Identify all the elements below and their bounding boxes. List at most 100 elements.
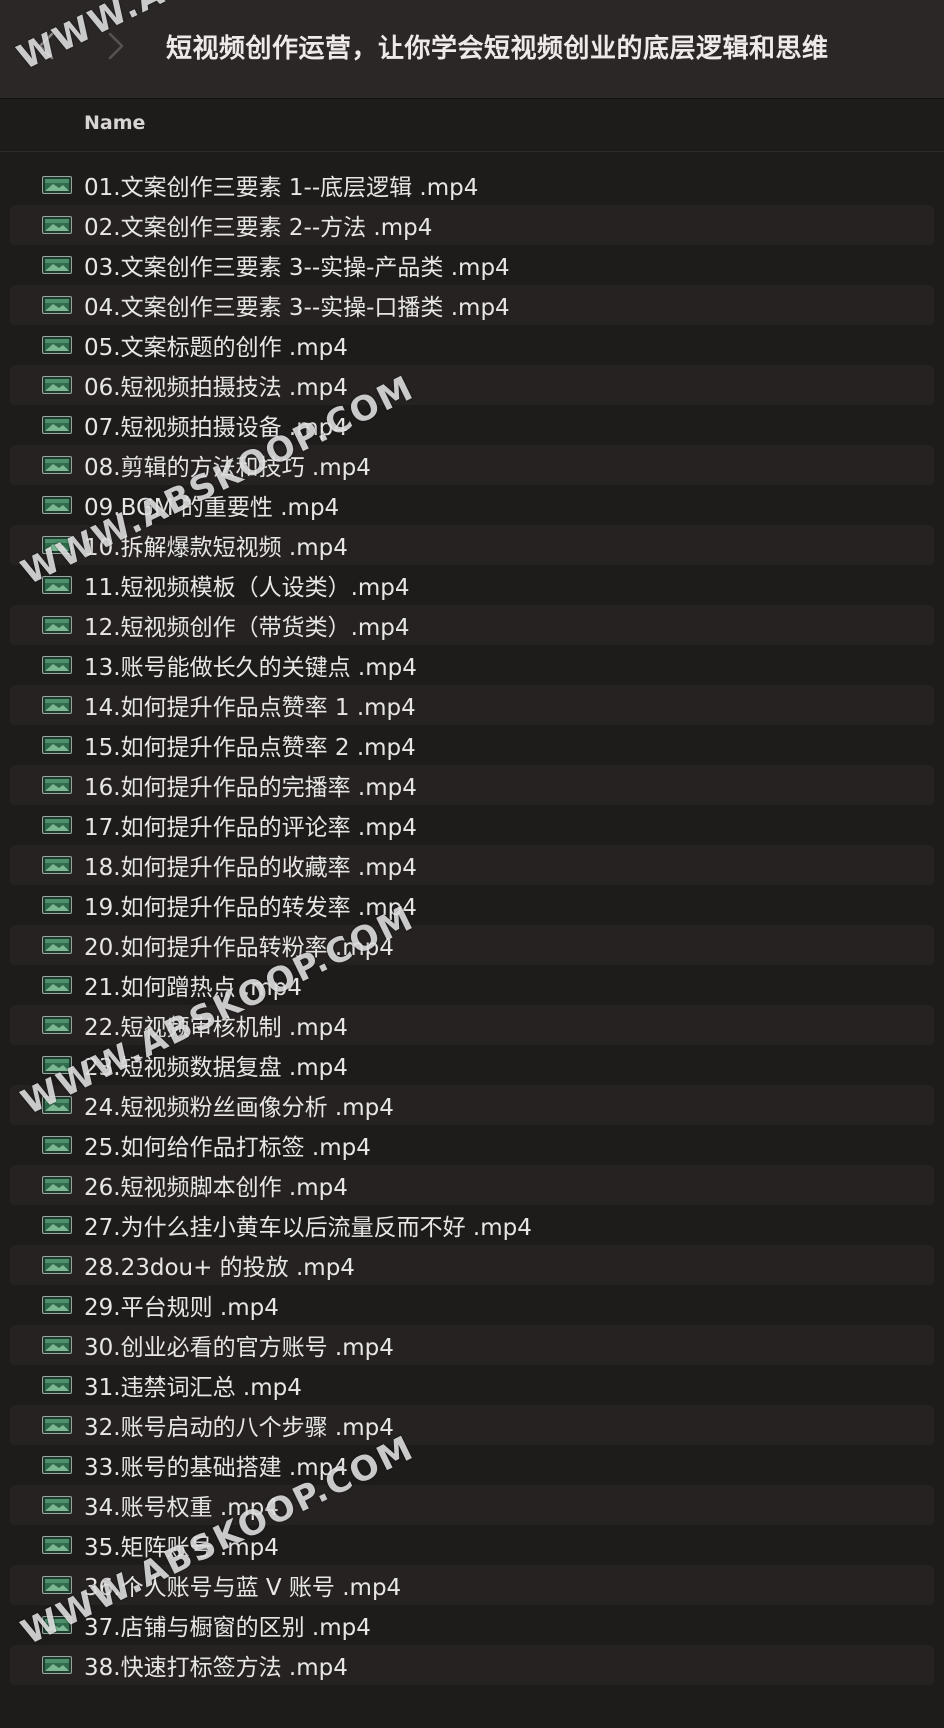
- back-button[interactable]: [26, 24, 66, 68]
- file-row[interactable]: 15.如何提升作品点赞率 2 .mp4: [10, 725, 934, 765]
- file-name: 29.平台规则 .mp4: [84, 1295, 279, 1321]
- video-file-icon: [42, 1296, 72, 1314]
- video-file-icon: [42, 896, 72, 914]
- file-row[interactable]: 32.账号启动的八个步骤 .mp4: [10, 1405, 934, 1445]
- file-row[interactable]: 38.快速打标签方法 .mp4: [10, 1645, 934, 1685]
- file-row[interactable]: 17.如何提升作品的评论率 .mp4: [10, 805, 934, 845]
- file-row[interactable]: 33.账号的基础搭建 .mp4: [10, 1445, 934, 1485]
- file-row[interactable]: 05.文案标题的创作 .mp4: [10, 325, 934, 365]
- video-file-icon: [42, 416, 72, 434]
- chevron-right-icon: [108, 32, 124, 60]
- file-row[interactable]: 29.平台规则 .mp4: [10, 1285, 934, 1325]
- file-row[interactable]: 21.如何蹭热点 .mp4: [10, 965, 934, 1005]
- file-row[interactable]: 04.文案创作三要素 3--实操-口播类 .mp4: [10, 285, 934, 325]
- file-row[interactable]: 30.创业必看的官方账号 .mp4: [10, 1325, 934, 1365]
- file-row[interactable]: 10.拆解爆款短视频 .mp4: [10, 525, 934, 565]
- file-name: 37.店铺与橱窗的区别 .mp4: [84, 1615, 371, 1641]
- file-name: 11.短视频模板（人设类）.mp4: [84, 575, 410, 601]
- file-name: 21.如何蹭热点 .mp4: [84, 975, 302, 1001]
- video-file-icon: [42, 856, 72, 874]
- file-name: 33.账号的基础搭建 .mp4: [84, 1455, 348, 1481]
- file-name: 06.短视频拍摄技法 .mp4: [84, 375, 348, 401]
- file-row[interactable]: 34.账号权重 .mp4: [10, 1485, 934, 1525]
- file-row[interactable]: 13.账号能做长久的关键点 .mp4: [10, 645, 934, 685]
- video-file-icon: [42, 576, 72, 594]
- file-name: 25.如何给作品打标签 .mp4: [84, 1135, 371, 1161]
- file-row[interactable]: 14.如何提升作品点赞率 1 .mp4: [10, 685, 934, 725]
- column-header-name[interactable]: Name: [84, 112, 145, 134]
- video-file-icon: [42, 1456, 72, 1474]
- video-file-icon: [42, 1336, 72, 1354]
- video-file-icon: [42, 1056, 72, 1074]
- file-row[interactable]: 16.如何提升作品的完播率 .mp4: [10, 765, 934, 805]
- forward-button[interactable]: [96, 24, 136, 68]
- video-file-icon: [42, 1136, 72, 1154]
- video-file-icon: [42, 296, 72, 314]
- column-header[interactable]: Name: [0, 99, 944, 152]
- file-row[interactable]: 07.短视频拍摄设备 .mp4: [10, 405, 934, 445]
- video-file-icon: [42, 496, 72, 514]
- file-name: 09.BGM 的重要性 .mp4: [84, 495, 340, 521]
- file-row[interactable]: 37.店铺与橱窗的区别 .mp4: [10, 1605, 934, 1645]
- video-file-icon: [42, 656, 72, 674]
- file-list: 01.文案创作三要素 1--底层逻辑 .mp4 02.文案创作三要素 2--方法 …: [10, 165, 934, 1685]
- file-row[interactable]: 02.文案创作三要素 2--方法 .mp4: [10, 205, 934, 245]
- file-name: 15.如何提升作品点赞率 2 .mp4: [84, 735, 416, 761]
- video-file-icon: [42, 456, 72, 474]
- file-name: 19.如何提升作品的转发率 .mp4: [84, 895, 417, 921]
- file-row[interactable]: 20.如何提升作品转粉率 .mp4: [10, 925, 934, 965]
- video-file-icon: [42, 1176, 72, 1194]
- video-file-icon: [42, 616, 72, 634]
- file-name: 31.违禁词汇总 .mp4: [84, 1375, 302, 1401]
- file-row[interactable]: 25.如何给作品打标签 .mp4: [10, 1125, 934, 1165]
- file-name: 18.如何提升作品的收藏率 .mp4: [84, 855, 417, 881]
- video-file-icon: [42, 1496, 72, 1514]
- file-name: 35.矩阵账号 .mp4: [84, 1535, 279, 1561]
- file-row[interactable]: 18.如何提升作品的收藏率 .mp4: [10, 845, 934, 885]
- video-file-icon: [42, 1216, 72, 1234]
- video-file-icon: [42, 776, 72, 794]
- file-name: 16.如何提升作品的完播率 .mp4: [84, 775, 417, 801]
- file-row[interactable]: 28.23dou+ 的投放 .mp4: [10, 1245, 934, 1285]
- file-row[interactable]: 08.剪辑的方法和技巧 .mp4: [10, 445, 934, 485]
- file-name: 38.快速打标签方法 .mp4: [84, 1655, 348, 1681]
- file-row[interactable]: 22.短视频审核机制 .mp4: [10, 1005, 934, 1045]
- video-file-icon: [42, 976, 72, 994]
- file-name: 10.拆解爆款短视频 .mp4: [84, 535, 348, 561]
- video-file-icon: [42, 736, 72, 754]
- file-name: 08.剪辑的方法和技巧 .mp4: [84, 455, 371, 481]
- video-file-icon: [42, 816, 72, 834]
- video-file-icon: [42, 1536, 72, 1554]
- file-row[interactable]: 01.文案创作三要素 1--底层逻辑 .mp4: [10, 165, 934, 205]
- video-file-icon: [42, 936, 72, 954]
- file-name: 24.短视频粉丝画像分析 .mp4: [84, 1095, 394, 1121]
- file-name: 32.账号启动的八个步骤 .mp4: [84, 1415, 394, 1441]
- file-name: 01.文案创作三要素 1--底层逻辑 .mp4: [84, 175, 479, 201]
- video-file-icon: [42, 1656, 72, 1674]
- file-row[interactable]: 09.BGM 的重要性 .mp4: [10, 485, 934, 525]
- file-row[interactable]: 12.短视频创作（带货类）.mp4: [10, 605, 934, 645]
- file-row[interactable]: 27.为什么挂小黄车以后流量反而不好 .mp4: [10, 1205, 934, 1245]
- file-name: 36.个人账号与蓝 V 账号 .mp4: [84, 1575, 402, 1601]
- file-name: 13.账号能做长久的关键点 .mp4: [84, 655, 417, 681]
- file-name: 27.为什么挂小黄车以后流量反而不好 .mp4: [84, 1215, 532, 1241]
- file-row[interactable]: 31.违禁词汇总 .mp4: [10, 1365, 934, 1405]
- video-file-icon: [42, 216, 72, 234]
- file-row[interactable]: 03.文案创作三要素 3--实操-产品类 .mp4: [10, 245, 934, 285]
- file-row[interactable]: 19.如何提升作品的转发率 .mp4: [10, 885, 934, 925]
- file-row[interactable]: 11.短视频模板（人设类）.mp4: [10, 565, 934, 605]
- file-name: 14.如何提升作品点赞率 1 .mp4: [84, 695, 416, 721]
- video-file-icon: [42, 1616, 72, 1634]
- file-row[interactable]: 35.矩阵账号 .mp4: [10, 1525, 934, 1565]
- video-file-icon: [42, 696, 72, 714]
- window-title: 短视频创作运营，让你学会短视频创业的底层逻辑和思维: [166, 34, 829, 64]
- file-row[interactable]: 24.短视频粉丝画像分析 .mp4: [10, 1085, 934, 1125]
- file-row[interactable]: 26.短视频脚本创作 .mp4: [10, 1165, 934, 1205]
- file-row[interactable]: 06.短视频拍摄技法 .mp4: [10, 365, 934, 405]
- file-row[interactable]: 36.个人账号与蓝 V 账号 .mp4: [10, 1565, 934, 1605]
- video-file-icon: [42, 376, 72, 394]
- file-name: 07.短视频拍摄设备 .mp4: [84, 415, 348, 441]
- file-row[interactable]: 23.短视频数据复盘 .mp4: [10, 1045, 934, 1085]
- video-file-icon: [42, 1416, 72, 1434]
- file-name: 26.短视频脚本创作 .mp4: [84, 1175, 348, 1201]
